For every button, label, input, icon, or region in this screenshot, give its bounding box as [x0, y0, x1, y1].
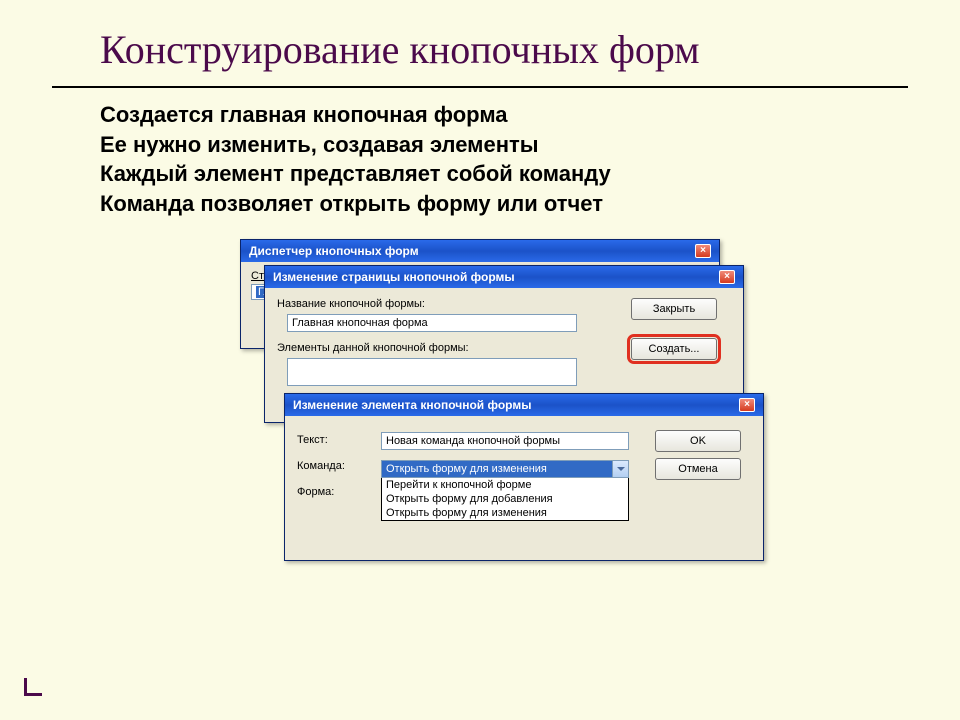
dropdown-option[interactable]: Открыть форму для добавления	[382, 492, 628, 506]
dialog2-name-label: Название кнопочной формы:	[277, 298, 631, 310]
body-line-4: Команда позволяет открыть форму или отче…	[100, 189, 860, 219]
create-button[interactable]: Создать...	[631, 338, 717, 360]
dialog2-title: Изменение страницы кнопочной формы	[273, 270, 515, 284]
dialog3-command-value: Открыть форму для изменения	[382, 461, 612, 477]
close-button[interactable]: Закрыть	[631, 298, 717, 320]
dialog2-elements-list[interactable]	[287, 358, 577, 386]
title-underline	[52, 86, 908, 88]
body-line-3: Каждый элемент представляет собой команд…	[100, 159, 860, 189]
dialog3-command-label: Команда:	[297, 460, 381, 472]
dialog2-titlebar[interactable]: Изменение страницы кнопочной формы ×	[265, 266, 743, 288]
slide-body: Создается главная кнопочная форма Ее нуж…	[0, 100, 960, 579]
dialog2-elements-label: Элементы данной кнопочной формы:	[277, 342, 631, 354]
dialog3-text-input[interactable]	[381, 432, 629, 450]
dialog3-command-combo[interactable]: Открыть форму для изменения	[381, 460, 629, 478]
dialog1-titlebar[interactable]: Диспетчер кнопочных форм ×	[241, 240, 719, 262]
dialog3-form-label: Форма:	[297, 486, 381, 498]
chevron-down-icon[interactable]	[612, 461, 628, 477]
dialog2-name-input[interactable]	[287, 314, 577, 332]
dialog3-command-dropdown[interactable]: Перейти к кнопочной форме Открыть форму …	[381, 477, 629, 521]
body-line-2: Ее нужно изменить, создавая элементы	[100, 130, 860, 160]
dialog-stack: Диспетчер кнопочных форм × Стр Глав Изме…	[240, 239, 760, 579]
cancel-button[interactable]: Отмена	[655, 458, 741, 480]
close-icon[interactable]: ×	[719, 270, 735, 284]
corner-accent-icon	[24, 678, 42, 696]
close-icon[interactable]: ×	[695, 244, 711, 258]
dialog-edit-element: Изменение элемента кнопочной формы × Тек…	[284, 393, 764, 561]
dialog3-titlebar[interactable]: Изменение элемента кнопочной формы ×	[285, 394, 763, 416]
ok-button[interactable]: OK	[655, 430, 741, 452]
dropdown-option[interactable]: Перейти к кнопочной форме	[382, 478, 628, 492]
dialog3-title: Изменение элемента кнопочной формы	[293, 398, 531, 412]
body-line-1: Создается главная кнопочная форма	[100, 100, 860, 130]
close-icon[interactable]: ×	[739, 398, 755, 412]
slide-title: Конструирование кнопочных форм	[0, 0, 760, 76]
dialog3-text-label: Текст:	[297, 434, 381, 446]
dialog1-title: Диспетчер кнопочных форм	[249, 244, 419, 258]
dropdown-option[interactable]: Открыть форму для изменения	[382, 506, 628, 520]
